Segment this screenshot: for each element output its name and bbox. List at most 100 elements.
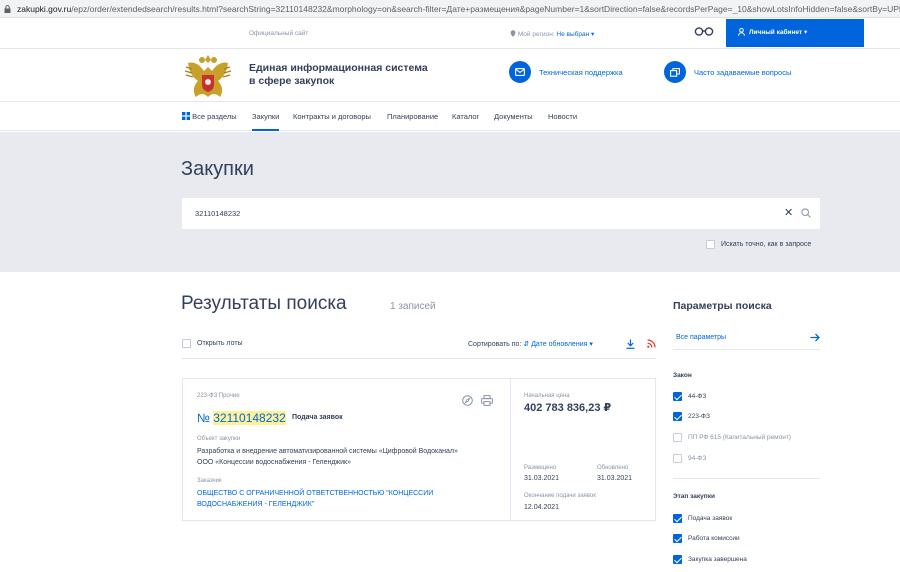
updated-label: Обновлено bbox=[597, 465, 629, 471]
url-path: /epz/order/extendedsearch/results.html?s… bbox=[71, 4, 900, 14]
site-header: Единая информационная система в сфере за… bbox=[0, 48, 900, 102]
region-label: Мой регион: bbox=[517, 31, 555, 38]
personal-cabinet-button[interactable]: Личный кабинет ▾ bbox=[726, 19, 864, 47]
nav-planning[interactable]: Планирование bbox=[387, 112, 438, 121]
customer-label: Заказчик bbox=[197, 478, 222, 484]
faq-link[interactable]: Часто задаваемые вопросы bbox=[664, 61, 791, 83]
address-bar[interactable]: zakupki.gov.ru/epz/order/extendedsearch/… bbox=[0, 0, 900, 18]
url-host: zakupki.gov.ru bbox=[17, 4, 72, 14]
law-filter-heading: Закон bbox=[673, 372, 692, 379]
nav-contracts[interactable]: Контракты и договоры bbox=[293, 112, 371, 121]
law-filter-223fz[interactable]: 223-ФЗ bbox=[673, 412, 710, 421]
checkbox[interactable] bbox=[182, 339, 191, 348]
official-site-label: Официальный сайт bbox=[249, 30, 309, 37]
stage-filter-commission[interactable]: Работа комиссии bbox=[673, 534, 740, 543]
user-icon bbox=[738, 27, 745, 36]
page-title: Закупки bbox=[181, 158, 254, 180]
region-value[interactable]: Не выбран bbox=[556, 31, 589, 38]
russian-coat-of-arms-logo[interactable] bbox=[180, 51, 236, 101]
updated-date: 31.03.2021 bbox=[597, 475, 633, 482]
checkbox[interactable] bbox=[706, 240, 715, 249]
checkbox[interactable] bbox=[673, 454, 682, 463]
tech-support-link[interactable]: Техническая поддержка bbox=[509, 61, 623, 83]
region-selector[interactable]: Мой регион: Не выбран ▾ bbox=[510, 30, 594, 38]
mail-icon bbox=[509, 61, 531, 83]
purchase-number-link[interactable]: № 32110148232 bbox=[197, 411, 286, 425]
object-text: Разработка и внедрение автоматизированно… bbox=[197, 448, 458, 455]
result-card[interactable]: 223-ФЗ Прочие № 32110148232 Подача заяво… bbox=[182, 378, 656, 521]
sort-label: Сортировать по: bbox=[468, 341, 522, 348]
results-count: 1 записей bbox=[390, 301, 436, 312]
checkbox[interactable] bbox=[673, 514, 682, 523]
compass-icon[interactable] bbox=[462, 395, 473, 406]
search-input[interactable]: 32110148232 ✕ bbox=[182, 198, 820, 229]
divider bbox=[510, 379, 511, 520]
personal-cabinet-label: Личный кабинет bbox=[749, 29, 803, 36]
customer-line1: ОБЩЕСТВО С ОГРАНИЧЕННОЙ ОТВЕТСТВЕННОСТЬЮ… bbox=[197, 490, 434, 497]
law-filter-94fz[interactable]: 94-ФЗ bbox=[673, 454, 706, 463]
nav-all-sections-label: Все разделы bbox=[192, 112, 237, 121]
card-actions bbox=[462, 395, 493, 406]
clear-icon[interactable]: ✕ bbox=[784, 206, 793, 219]
checkbox[interactable] bbox=[673, 412, 682, 421]
site-title-line2: в сфере закупок bbox=[249, 75, 335, 87]
checkbox[interactable] bbox=[673, 392, 682, 401]
law-filter-label: ПП РФ 615 (Капитальный ремонт) bbox=[688, 434, 791, 441]
search-section: Закупки 32110148232 ✕ Искать точно, как … bbox=[0, 132, 900, 272]
top-strip: Официальный сайт Мой регион: Не выбран ▾… bbox=[0, 18, 900, 48]
accessibility-glasses-icon[interactable] bbox=[694, 26, 714, 36]
open-lots-label: Открыть лоты bbox=[197, 340, 243, 347]
location-pin-icon bbox=[510, 30, 516, 37]
tech-support-label: Техническая поддержка bbox=[539, 67, 623, 77]
nav-news[interactable]: Новости bbox=[548, 112, 577, 121]
law-type: 223-ФЗ Прочие bbox=[197, 393, 240, 399]
nav-all-sections[interactable]: Все разделы bbox=[182, 112, 237, 121]
law-filter-44fz[interactable]: 44-ФЗ bbox=[673, 392, 706, 401]
divider bbox=[182, 358, 656, 359]
sort-control[interactable]: Сортировать по: ⇵ Дате обновления ▾ bbox=[468, 340, 593, 348]
grid-icon bbox=[182, 112, 190, 120]
law-filter-label: 44-ФЗ bbox=[688, 393, 707, 400]
placed-label: Размещено bbox=[524, 465, 557, 471]
sort-value[interactable]: Дате обновления bbox=[531, 341, 587, 348]
purchase-number: 32110148232 bbox=[213, 411, 286, 425]
nav-catalog[interactable]: Каталог bbox=[452, 112, 479, 121]
search-icon[interactable] bbox=[801, 208, 811, 218]
customer-line2: ВОДОСНАБЖЕНИЯ - ГЕЛЕНДЖИК" bbox=[197, 501, 315, 508]
stage-filter-label: Закупка завершена bbox=[688, 556, 747, 563]
stage-filter-completed[interactable]: Закупка завершена bbox=[673, 555, 747, 564]
checkbox[interactable] bbox=[673, 534, 682, 543]
status-badge: Подача заявок bbox=[292, 414, 343, 421]
law-filter-pp615[interactable]: ПП РФ 615 (Капитальный ремонт) bbox=[673, 433, 791, 442]
object-label: Объект закупки bbox=[197, 436, 241, 442]
arrow-right-icon bbox=[810, 333, 820, 342]
download-icon[interactable] bbox=[626, 339, 635, 349]
deadline-label: Окончание подачи заявок bbox=[524, 493, 596, 499]
site-title[interactable]: Единая информационная система в сфере за… bbox=[249, 62, 449, 88]
object-text-2: ООО «Концессии водоснабжения - Геленджик… bbox=[197, 459, 351, 466]
stage-filter-submission[interactable]: Подача заявок bbox=[673, 514, 732, 523]
checkbox[interactable] bbox=[673, 433, 682, 442]
lock-icon bbox=[4, 5, 11, 13]
open-lots-checkbox[interactable]: Открыть лоты bbox=[182, 339, 243, 348]
nav-documents[interactable]: Документы bbox=[494, 112, 533, 121]
rss-icon[interactable] bbox=[647, 339, 656, 348]
chevron-down-icon: ▾ bbox=[803, 29, 808, 36]
search-input-value: 32110148232 bbox=[195, 209, 241, 218]
number-sign: № bbox=[197, 411, 210, 425]
print-icon[interactable] bbox=[481, 395, 493, 406]
sort-direction-icon[interactable]: ⇵ bbox=[523, 341, 529, 348]
exact-match-label: Искать точно, как в запросе bbox=[721, 241, 812, 248]
chevron-down-icon: ▾ bbox=[591, 31, 595, 38]
placed-date: 31.03.2021 bbox=[524, 475, 560, 482]
checkbox[interactable] bbox=[673, 555, 682, 564]
main-nav: Все разделы Закупки Контракты и договоры… bbox=[0, 103, 900, 131]
nav-purchases[interactable]: Закупки bbox=[252, 112, 280, 131]
divider bbox=[673, 478, 820, 479]
stage-filter-heading: Этап закупки bbox=[673, 493, 715, 500]
customer-link[interactable]: ОБЩЕСТВО С ОГРАНИЧЕННОЙ ОТВЕТСТВЕННОСТЬЮ… bbox=[197, 488, 433, 510]
law-filter-label: 94-ФЗ bbox=[688, 455, 707, 462]
exact-match-checkbox[interactable]: Искать точно, как в запросе bbox=[706, 240, 811, 249]
deadline-date: 12.04.2021 bbox=[524, 504, 560, 511]
all-params-link[interactable]: Все параметры bbox=[673, 328, 820, 350]
